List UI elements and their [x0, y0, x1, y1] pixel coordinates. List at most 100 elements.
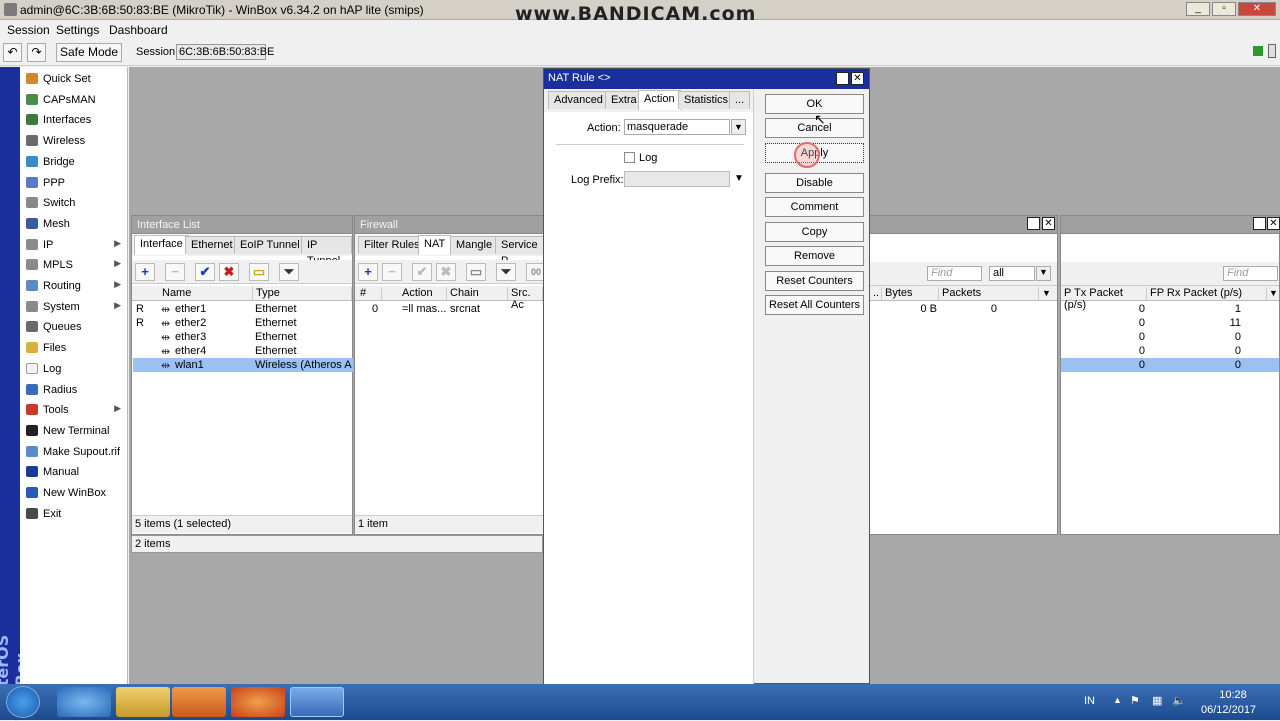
add-icon[interactable]: +: [135, 263, 155, 281]
enable-icon[interactable]: ✔: [195, 263, 215, 281]
chevron-down-icon[interactable]: ▼: [1036, 266, 1051, 281]
tab-filter-rules[interactable]: Filter Rules: [358, 236, 426, 254]
find-input[interactable]: Find: [1223, 266, 1278, 281]
network-icon[interactable]: ▦: [1152, 694, 1162, 707]
connections-row[interactable]: 0 B 0: [870, 302, 1057, 316]
menu-dashboard[interactable]: Dashboard: [109, 23, 168, 37]
restore-icon[interactable]: [1027, 217, 1040, 230]
close-icon[interactable]: ✕: [1042, 217, 1055, 230]
comment-icon[interactable]: ▭: [249, 263, 269, 281]
sidebar-item-interfaces[interactable]: Interfaces: [20, 110, 127, 130]
firefox-icon[interactable]: [231, 687, 285, 717]
col-type[interactable]: Type: [253, 287, 352, 300]
disable-button[interactable]: Disable: [765, 173, 864, 193]
comment-icon[interactable]: ▭: [466, 263, 486, 281]
tab-statistics[interactable]: Statistics: [678, 91, 735, 109]
remove-button[interactable]: Remove: [765, 246, 864, 266]
table-row[interactable]: 00: [1061, 330, 1279, 344]
col-packets[interactable]: Packets: [939, 287, 1039, 300]
sidebar-item-new-terminal[interactable]: New Terminal: [20, 421, 127, 441]
tab-ethernet[interactable]: Ethernet: [185, 236, 239, 254]
close-icon[interactable]: ✕: [1267, 217, 1280, 230]
disable-icon[interactable]: ✖: [436, 263, 456, 281]
reset-counters-button[interactable]: Reset Counters: [765, 271, 864, 291]
tab-ip-tunnel[interactable]: IP Tunnel: [301, 236, 352, 267]
sidebar-item-mesh[interactable]: Mesh: [20, 214, 127, 234]
col-fp-rx-packet[interactable]: FP Rx Packet (p/s): [1147, 287, 1267, 300]
safe-mode-button[interactable]: Safe Mode: [56, 43, 122, 62]
sidebar-item-ppp[interactable]: PPP: [20, 173, 127, 193]
sidebar-item-manual[interactable]: Manual: [20, 462, 127, 482]
start-button[interactable]: [6, 686, 40, 718]
tab-eoip-tunnel[interactable]: EoIP Tunnel: [234, 236, 306, 254]
close-icon[interactable]: ✕: [1238, 2, 1276, 16]
tab-service-ports[interactable]: Service P: [495, 236, 544, 267]
table-row[interactable]: ⇹ ether4 Ethernet: [133, 344, 353, 358]
sidebar-item-make-supout-rif[interactable]: Make Supout.rif: [20, 442, 127, 462]
file-explorer-icon[interactable]: [116, 687, 170, 717]
tab-more[interactable]: ...: [729, 91, 751, 109]
find-input[interactable]: Find: [927, 266, 982, 281]
tab-nat[interactable]: NAT: [418, 235, 452, 255]
tab-interface[interactable]: Interface: [134, 235, 189, 255]
table-row[interactable]: 01: [1061, 302, 1279, 316]
tab-action[interactable]: Action: [638, 90, 681, 110]
session-field[interactable]: 6C:3B:6B:50:83:BE: [176, 44, 274, 60]
volume-icon[interactable]: 🔈: [1172, 694, 1186, 707]
maximize-icon[interactable]: ▫: [1212, 2, 1236, 16]
sidebar-item-tools[interactable]: Tools ▶: [20, 400, 127, 420]
filter-select[interactable]: all: [989, 266, 1035, 281]
filter-icon[interactable]: ⏷: [279, 263, 299, 281]
col-src-address[interactable]: Src. Ac: [508, 287, 543, 311]
nat-rule-row[interactable]: 0 =ll mas... srcnat: [355, 302, 543, 316]
chevron-down-icon[interactable]: ▼: [1269, 288, 1278, 298]
menu-session[interactable]: Session: [7, 23, 50, 37]
sidebar-item-new-winbox[interactable]: New WinBox: [20, 483, 127, 503]
close-icon[interactable]: ✕: [851, 72, 864, 85]
comment-button[interactable]: Comment: [765, 197, 864, 217]
sidebar-item-log[interactable]: Log: [20, 359, 127, 379]
log-prefix-input[interactable]: [624, 171, 730, 187]
col-chain[interactable]: Chain: [447, 287, 508, 300]
sidebar-item-files[interactable]: Files: [20, 338, 127, 358]
restore-icon[interactable]: [1253, 217, 1266, 230]
enable-icon[interactable]: ✔: [412, 263, 432, 281]
language-indicator[interactable]: IN: [1084, 695, 1095, 707]
table-row[interactable]: R ⇹ ether2 Ethernet: [133, 316, 353, 330]
disable-icon[interactable]: ✖: [219, 263, 239, 281]
chevron-down-icon[interactable]: ▼: [1042, 288, 1051, 298]
table-row[interactable]: 00: [1061, 344, 1279, 358]
remove-icon[interactable]: −: [165, 263, 185, 281]
sidebar-item-radius[interactable]: Radius: [20, 380, 127, 400]
chevron-down-icon[interactable]: ▼: [731, 119, 746, 135]
redo-icon[interactable]: ↷: [27, 43, 46, 62]
sidebar-item-queues[interactable]: Queues: [20, 317, 127, 337]
minimize-icon[interactable]: _: [1186, 2, 1210, 16]
col-bytes[interactable]: Bytes: [882, 287, 939, 300]
menu-settings[interactable]: Settings: [56, 23, 99, 37]
sidebar-item-routing[interactable]: Routing ▶: [20, 276, 127, 296]
sidebar-item-capsman[interactable]: CAPsMAN: [20, 90, 127, 110]
table-row[interactable]: 00: [1061, 358, 1279, 372]
sidebar-item-switch[interactable]: Switch: [20, 193, 127, 213]
sidebar-item-mpls[interactable]: MPLS ▶: [20, 255, 127, 275]
table-row[interactable]: ⇹ ether3 Ethernet: [133, 330, 353, 344]
table-row[interactable]: 0 11: [1061, 316, 1279, 330]
action-select[interactable]: masquerade: [624, 119, 730, 135]
add-icon[interactable]: +: [358, 263, 378, 281]
reset-all-counters-button[interactable]: Reset All Counters: [765, 295, 864, 315]
col-fp-tx-packet[interactable]: P Tx Packet (p/s): [1061, 287, 1147, 311]
restore-icon[interactable]: [836, 72, 849, 85]
tab-mangle[interactable]: Mangle: [450, 236, 499, 254]
sidebar-item-bridge[interactable]: Bridge: [20, 152, 127, 172]
sidebar-item-exit[interactable]: Exit: [20, 504, 127, 524]
col-name[interactable]: Name: [159, 287, 253, 300]
tray-expand-icon[interactable]: ▲: [1113, 695, 1122, 705]
sidebar-item-quick-set[interactable]: Quick Set: [20, 69, 127, 89]
sidebar-item-wireless[interactable]: Wireless: [20, 131, 127, 151]
undo-icon[interactable]: ↶: [3, 43, 22, 62]
sidebar-item-system[interactable]: System ▶: [20, 297, 127, 317]
flag-icon[interactable]: ⚑: [1130, 694, 1140, 707]
internet-explorer-icon[interactable]: [57, 687, 111, 717]
filter-icon[interactable]: ⏷: [496, 263, 516, 281]
